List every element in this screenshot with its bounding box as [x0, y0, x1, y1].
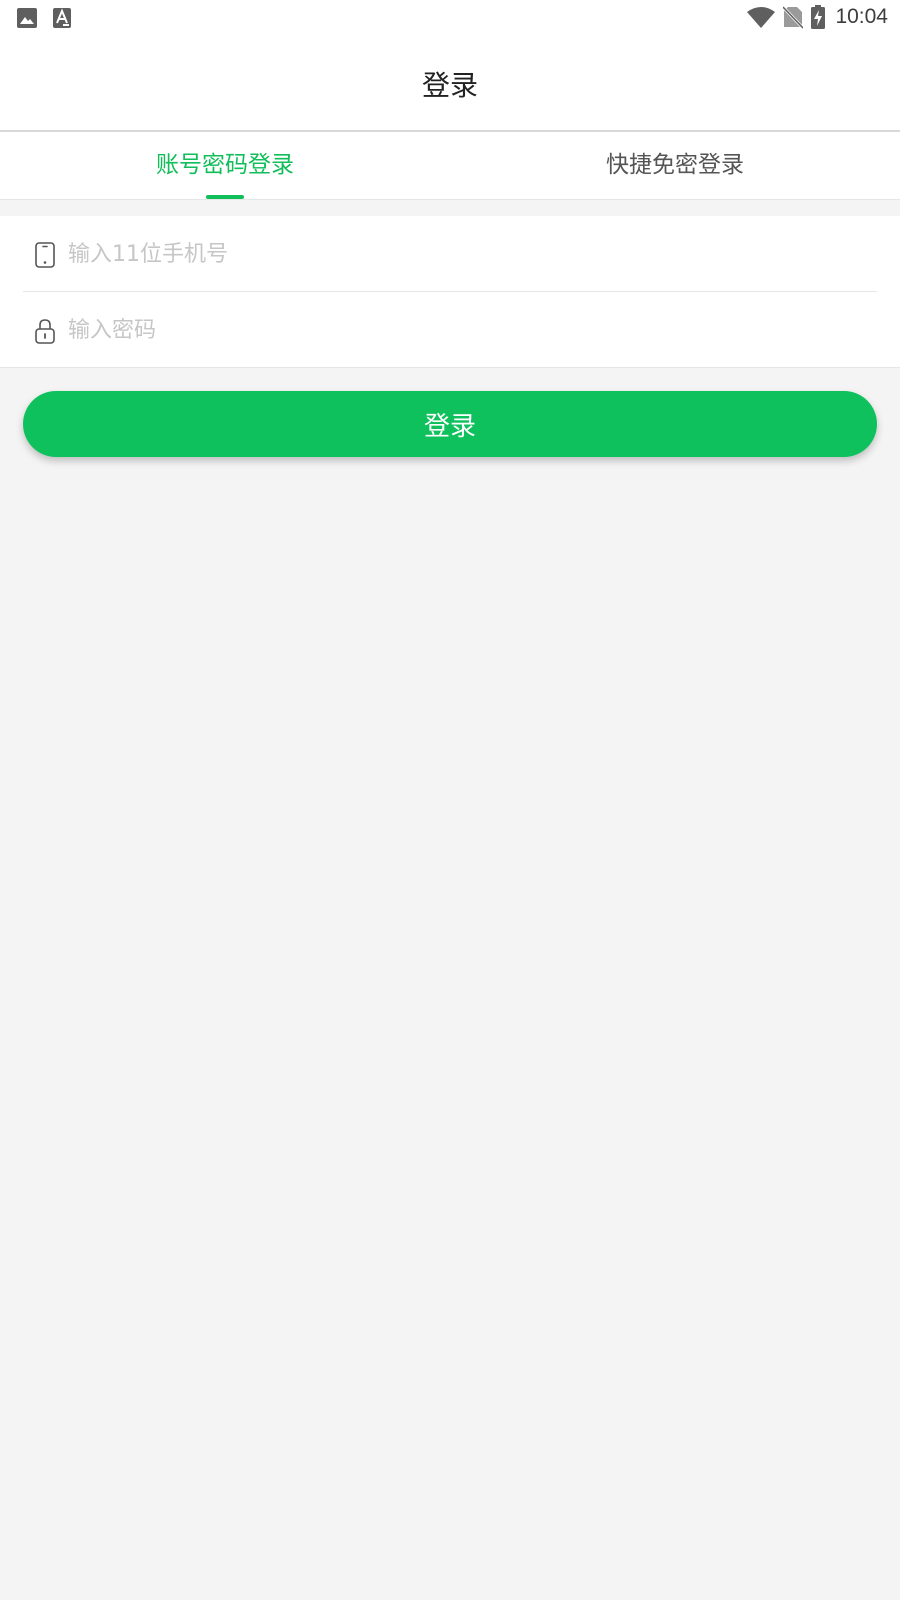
status-bar-system: 10:04 [747, 5, 888, 29]
phone-row [0, 216, 900, 292]
image-icon [17, 8, 37, 28]
page-title: 登录 [421, 69, 478, 102]
password-row [0, 292, 900, 367]
tab-quick-login[interactable]: 快捷免密登录 [450, 132, 900, 199]
login-form [0, 216, 900, 368]
title-bar: 登录 [0, 36, 900, 132]
phone-icon [35, 242, 55, 268]
battery-charging-icon [811, 5, 826, 29]
tab-account-password[interactable]: 账号密码登录 [0, 132, 450, 199]
wifi-icon [747, 7, 776, 28]
no-sim-icon [783, 5, 804, 29]
status-bar: 10:04 [0, 0, 900, 36]
status-time: 10:04 [835, 5, 888, 28]
font-a-icon [53, 8, 71, 28]
login-button[interactable]: 登录 [23, 391, 877, 457]
lock-icon [35, 319, 55, 344]
status-bar-notifications [17, 8, 71, 28]
phone-input[interactable] [68, 232, 848, 276]
login-tabs: 账号密码登录 快捷免密登录 [0, 132, 900, 200]
password-input[interactable] [68, 308, 848, 352]
active-tab-indicator [206, 195, 244, 199]
